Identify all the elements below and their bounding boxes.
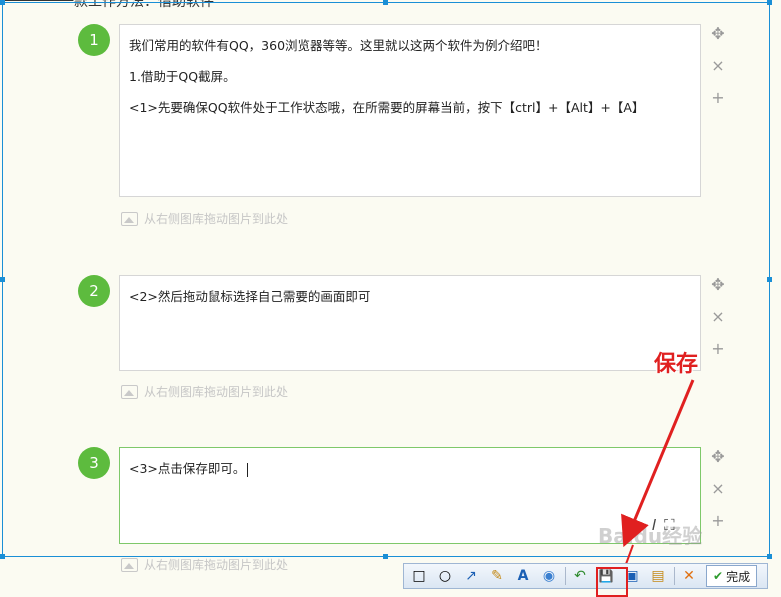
screenshot-toolbar: □ ○ ↗ ✎ A ◉ ↶ 💾 ▣ ▤ ✕ ✔ 完成 [403,563,768,589]
text-tool-icon[interactable]: A [512,565,534,587]
toolbar-separator [674,567,675,585]
done-button[interactable]: ✔ 完成 [706,565,758,587]
brush-tool-icon[interactable]: ✎ [486,565,508,587]
mosaic-tool-icon[interactable]: ◉ [538,565,560,587]
annotation-highlight-box [596,567,628,597]
check-icon: ✔ [713,569,724,583]
arrow-tool-icon[interactable]: ↗ [460,565,482,587]
undo-icon[interactable]: ↶ [569,565,591,587]
done-label: 完成 [726,569,751,584]
cancel-icon[interactable]: ✕ [678,565,700,587]
rect-tool-icon[interactable]: □ [408,565,430,587]
annotation-arrow [621,379,695,576]
ellipse-tool-icon[interactable]: ○ [434,565,456,587]
toolbar-separator [565,567,566,585]
send-icon[interactable]: ▤ [647,565,669,587]
